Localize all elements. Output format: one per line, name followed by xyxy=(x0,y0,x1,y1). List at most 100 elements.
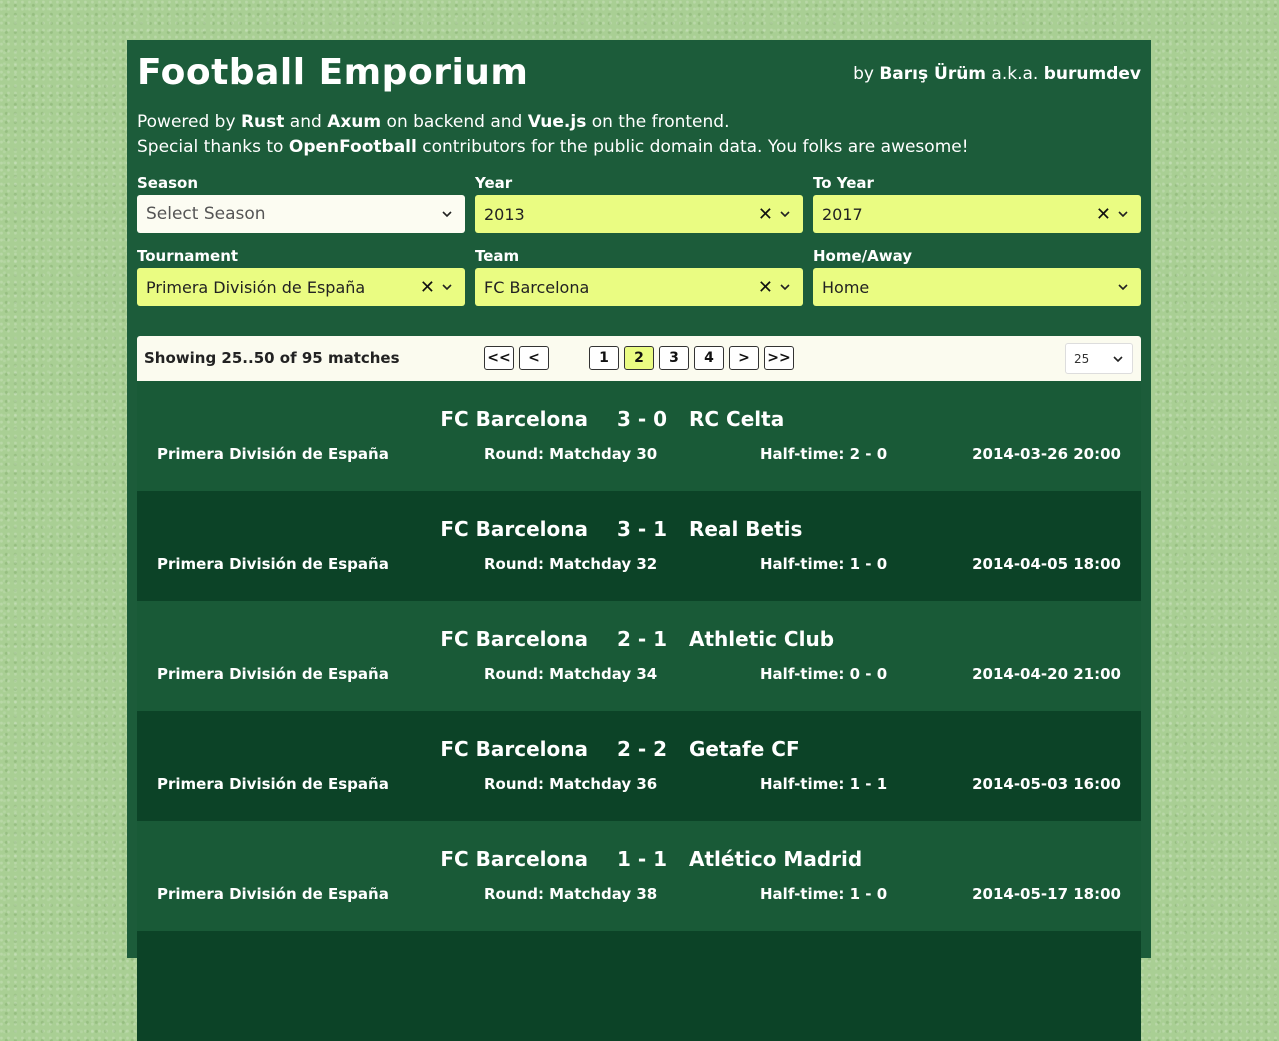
match-halftime: Half-time: 0 - 0 xyxy=(760,665,888,683)
page-title: Football Emporium xyxy=(137,52,529,93)
year-label: Year xyxy=(475,174,513,192)
tournament-select[interactable]: Primera División de España ✕ xyxy=(137,268,465,306)
team-label: Team xyxy=(475,247,520,265)
chevron-down-icon[interactable] xyxy=(441,208,453,220)
match-round: Round: Matchday 38 xyxy=(484,885,658,903)
chevron-down-icon[interactable] xyxy=(1117,281,1129,293)
year-filter: Year 2013 ✕ xyxy=(475,174,803,233)
home-team: FC Barcelona xyxy=(440,627,588,651)
match-tournament: Primera División de España xyxy=(157,665,389,683)
app-panel: Football Emporium by Barış Ürüm a.k.a. b… xyxy=(127,40,1151,1041)
tech-rust: Rust xyxy=(240,112,285,132)
intro-text-part: Powered by xyxy=(137,112,241,132)
clear-icon[interactable]: ✕ xyxy=(420,277,435,298)
chevron-down-icon[interactable] xyxy=(779,208,791,220)
away-team: Real Betis xyxy=(689,517,803,541)
author-handle: burumdev xyxy=(1043,64,1141,84)
match-round: Round: Matchday 34 xyxy=(484,665,658,683)
year-value: 2013 xyxy=(484,204,525,224)
home-away-filter: Home/Away Home xyxy=(813,247,1141,306)
match-date: 2014-03-26 20:00 xyxy=(972,445,1121,463)
next-page-button[interactable]: > xyxy=(729,346,759,370)
page-button[interactable]: 4 xyxy=(694,346,724,370)
tournament-filter: Tournament Primera División de España ✕ xyxy=(137,247,465,306)
match-tournament: Primera División de España xyxy=(157,885,389,903)
to-year-select[interactable]: 2017 ✕ xyxy=(813,195,1141,233)
intro-line-1: Powered by Rust and Axum on backend and … xyxy=(137,110,1141,135)
score: 2 - 1 xyxy=(617,627,668,651)
tech-vue: Vue.js xyxy=(527,112,587,132)
match-row-partial[interactable] xyxy=(137,931,1141,1041)
match-halftime: Half-time: 1 - 0 xyxy=(760,885,888,903)
away-team: Athletic Club xyxy=(689,627,835,651)
match-date: 2014-05-17 18:00 xyxy=(972,885,1121,903)
page-button-current[interactable]: 2 xyxy=(624,346,654,370)
season-select[interactable]: Select Season xyxy=(137,195,465,233)
to-year-value: 2017 xyxy=(822,204,863,224)
showing-count: Showing 25..50 of 95 matches xyxy=(144,349,400,367)
intro-text-part: contributors for the public domain data.… xyxy=(416,137,969,157)
page-button[interactable]: 3 xyxy=(659,346,689,370)
match-row[interactable]: FC Barcelona 1 - 1 Atlético Madrid Prime… xyxy=(137,821,1141,931)
byline: by Barış Ürüm a.k.a. burumdev xyxy=(853,64,1141,84)
clear-icon[interactable]: ✕ xyxy=(758,277,773,298)
chevron-down-icon[interactable] xyxy=(779,281,791,293)
clear-icon[interactable]: ✕ xyxy=(1096,204,1111,225)
header: Football Emporium by Barış Ürüm a.k.a. b… xyxy=(137,40,1141,106)
score: 3 - 1 xyxy=(617,517,668,541)
match-halftime: Half-time: 2 - 0 xyxy=(760,445,888,463)
season-placeholder: Select Season xyxy=(146,204,266,224)
match-tournament: Primera División de España xyxy=(157,775,389,793)
tournament-label: Tournament xyxy=(137,247,239,265)
per-page-select[interactable]: 25 xyxy=(1065,343,1133,374)
match-row[interactable]: FC Barcelona 3 - 0 RC Celta Primera Divi… xyxy=(137,381,1141,491)
byline-aka: a.k.a. xyxy=(986,64,1044,84)
prev-page-button[interactable]: < xyxy=(519,346,549,370)
home-team: FC Barcelona xyxy=(440,517,588,541)
to-year-filter: To Year 2017 ✕ xyxy=(813,174,1141,233)
last-page-button[interactable]: >> xyxy=(764,346,794,370)
match-list: FC Barcelona 3 - 0 RC Celta Primera Divi… xyxy=(137,381,1141,1041)
pagination-bar: Showing 25..50 of 95 matches << < 1 2 3 … xyxy=(137,336,1141,381)
match-tournament: Primera División de España xyxy=(157,555,389,573)
score: 2 - 2 xyxy=(617,737,668,761)
first-page-button[interactable]: << xyxy=(484,346,514,370)
openfootball-name: OpenFootball xyxy=(288,137,417,157)
match-halftime: Half-time: 1 - 1 xyxy=(760,775,888,793)
intro-text: Powered by Rust and Axum on backend and … xyxy=(137,110,1141,160)
chevron-down-icon[interactable] xyxy=(441,281,453,293)
match-row[interactable]: FC Barcelona 3 - 1 Real Betis Primera Di… xyxy=(137,491,1141,601)
match-round: Round: Matchday 32 xyxy=(484,555,658,573)
intro-text-part: Special thanks to xyxy=(137,137,289,157)
clear-icon[interactable]: ✕ xyxy=(758,204,773,225)
match-date: 2014-04-20 21:00 xyxy=(972,665,1121,683)
chevron-down-icon[interactable] xyxy=(1117,208,1129,220)
match-row[interactable]: FC Barcelona 2 - 2 Getafe CF Primera Div… xyxy=(137,711,1141,821)
score: 3 - 0 xyxy=(617,407,668,431)
year-select[interactable]: 2013 ✕ xyxy=(475,195,803,233)
intro-text-part: on the frontend. xyxy=(586,112,730,132)
score: 1 - 1 xyxy=(617,847,668,871)
tournament-value: Primera División de España xyxy=(146,277,366,297)
chevron-down-icon[interactable] xyxy=(1112,353,1124,365)
intro-text-part: and xyxy=(284,112,328,132)
match-halftime: Half-time: 1 - 0 xyxy=(760,555,888,573)
team-value: FC Barcelona xyxy=(484,277,590,297)
intro-text-part: on backend and xyxy=(381,112,528,132)
home-away-select[interactable]: Home xyxy=(813,268,1141,306)
team-select[interactable]: FC Barcelona ✕ xyxy=(475,268,803,306)
to-year-label: To Year xyxy=(813,174,874,192)
match-date: 2014-05-03 16:00 xyxy=(972,775,1121,793)
match-round: Round: Matchday 36 xyxy=(484,775,658,793)
match-date: 2014-04-05 18:00 xyxy=(972,555,1121,573)
team-filter: Team FC Barcelona ✕ xyxy=(475,247,803,306)
page-button[interactable]: 1 xyxy=(589,346,619,370)
home-away-label: Home/Away xyxy=(813,247,913,265)
match-row[interactable]: FC Barcelona 2 - 1 Athletic Club Primera… xyxy=(137,601,1141,711)
intro-line-2: Special thanks to OpenFootball contribut… xyxy=(137,135,1141,160)
per-page-value: 25 xyxy=(1074,351,1090,366)
match-round: Round: Matchday 30 xyxy=(484,445,658,463)
home-team: FC Barcelona xyxy=(440,737,588,761)
home-team: FC Barcelona xyxy=(440,407,588,431)
author-name: Barış Ürüm xyxy=(879,64,987,84)
